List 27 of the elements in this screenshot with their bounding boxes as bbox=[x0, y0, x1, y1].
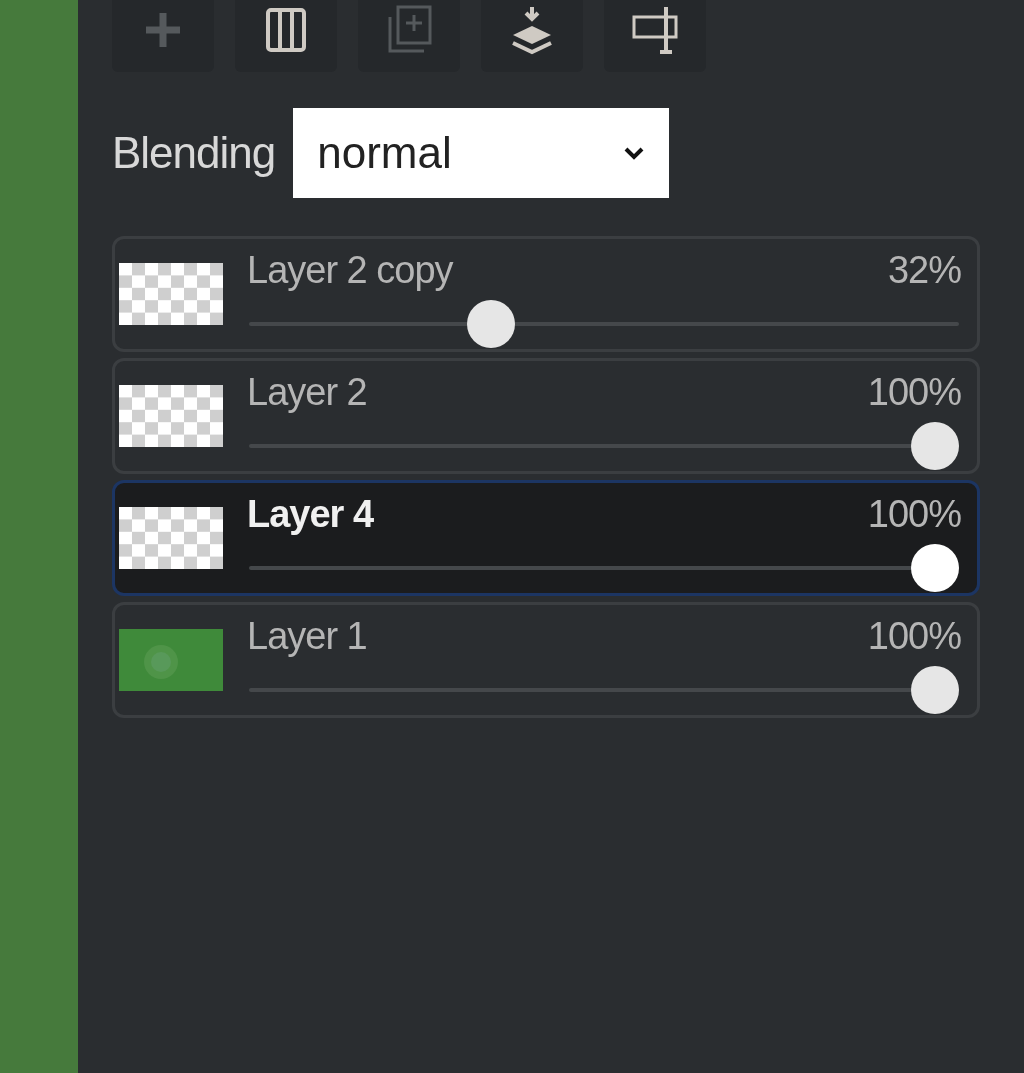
layer-name: Layer 1 bbox=[247, 613, 367, 659]
opacity-value: 100% bbox=[867, 613, 961, 659]
resize-icon bbox=[630, 5, 680, 55]
opacity-slider[interactable] bbox=[249, 300, 959, 348]
merge-button[interactable] bbox=[481, 0, 583, 72]
blending-label: Blending bbox=[112, 127, 276, 179]
resize-button[interactable] bbox=[604, 0, 706, 72]
layer-name: Layer 2 copy bbox=[247, 247, 453, 293]
opacity-slider[interactable] bbox=[249, 666, 959, 714]
slider-thumb[interactable] bbox=[911, 422, 959, 470]
layer-row[interactable]: Layer 2 100% bbox=[112, 358, 980, 474]
slider-thumb[interactable] bbox=[911, 544, 959, 592]
layer-name: Layer 2 bbox=[247, 369, 367, 415]
slider-thumb[interactable] bbox=[911, 666, 959, 714]
columns-button[interactable] bbox=[235, 0, 337, 72]
layer-row[interactable]: Layer 2 copy 32% bbox=[112, 236, 980, 352]
opacity-slider[interactable] bbox=[249, 422, 959, 470]
blending-select[interactable]: normal bbox=[293, 108, 670, 198]
layer-row[interactable]: Layer 1 100% bbox=[112, 602, 980, 718]
layer-name: Layer 4 bbox=[247, 491, 374, 537]
layer-row[interactable]: Layer 4 100% bbox=[112, 480, 980, 596]
slider-thumb[interactable] bbox=[467, 300, 516, 348]
chevron-icon bbox=[623, 146, 646, 160]
opacity-value: 32% bbox=[887, 247, 961, 293]
opacity-value: 100% bbox=[867, 369, 961, 415]
opacity-value: 100% bbox=[867, 491, 961, 537]
opacity-slider[interactable] bbox=[249, 544, 959, 592]
